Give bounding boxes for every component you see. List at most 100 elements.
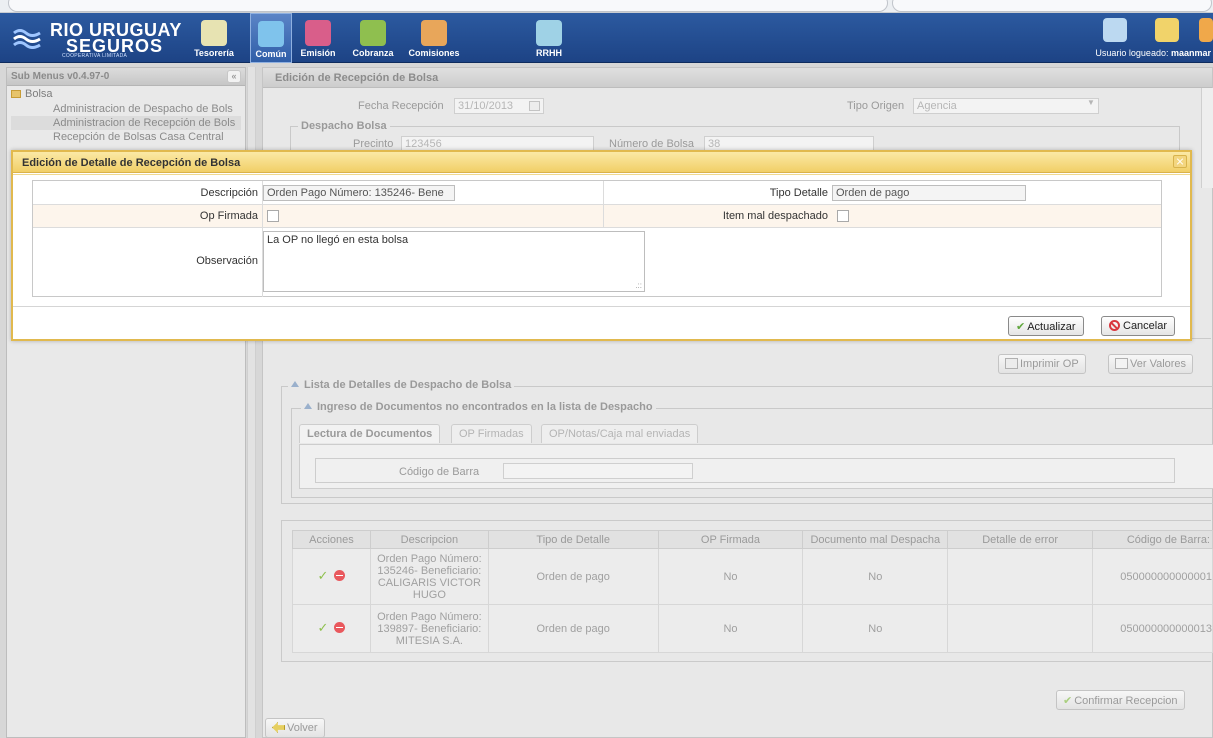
module-label: RRHH <box>536 48 562 58</box>
lista-legend-label: Lista de Detalles de Despacho de Bolsa <box>304 379 512 391</box>
op-firmada-label: Op Firmada <box>199 210 258 222</box>
tipo-detalle-input[interactable]: Orden de pago <box>832 185 1026 201</box>
tab-op-firmadas[interactable]: OP Firmadas <box>451 424 532 443</box>
module-tesoreria[interactable]: Tesorería <box>186 13 242 63</box>
precinto-value: 123456 <box>405 138 442 150</box>
user-area: Usuario logueado: maanmar <box>1078 13 1213 63</box>
user-prefix: Usuario logueado: <box>1095 48 1171 58</box>
arrow-left-icon <box>272 722 285 733</box>
ingreso-legend-label: Ingreso de Documentos no encontrados en … <box>317 401 653 413</box>
observacion-label: Observación <box>196 255 258 267</box>
calendar-icon[interactable] <box>529 101 540 111</box>
cancelar-button[interactable]: Cancelar <box>1101 316 1176 336</box>
op-firmada-checkbox[interactable] <box>267 210 279 222</box>
column-header[interactable]: Detalle de error <box>947 530 1093 549</box>
confirmar-recepcion-button[interactable]: ✔ Confirmar Recepcion <box>1056 690 1185 710</box>
document-icon <box>1115 358 1128 369</box>
column-header[interactable]: Documento mal Despacha <box>802 530 949 549</box>
module-rrhh[interactable]: RRHH <box>528 13 570 63</box>
codigo-barra-input[interactable] <box>503 463 693 479</box>
description-line: MITESIA S.A. <box>395 634 463 647</box>
tab-mal-enviadas[interactable]: OP/Notas/Caja mal enviadas <box>541 424 699 443</box>
item-mal-despachado-checkbox[interactable] <box>837 210 849 222</box>
tree-root-bolsa[interactable]: Bolsa <box>11 88 241 102</box>
descripcion-input[interactable]: Orden Pago Número: 135246- Bene <box>263 185 455 201</box>
item-mal-despachado-label: Item mal despachado <box>722 210 828 222</box>
splitter-grip <box>259 366 267 426</box>
sidebar-item-recepcion[interactable]: Administracion de Recepción de Bols <box>11 116 241 130</box>
collapse-triangle-icon <box>304 403 312 409</box>
detail-form: Descripción Orden Pago Número: 135246- B… <box>32 180 1162 297</box>
wave-logo-icon <box>13 29 41 49</box>
vertical-scrollbar[interactable] <box>1201 88 1213 188</box>
resize-grip-icon[interactable]: .:: <box>635 281 642 290</box>
lista-legend[interactable]: Lista de Detalles de Despacho de Bolsa <box>288 379 515 391</box>
user-name: maanmar <box>1170 48 1211 58</box>
table-row[interactable]: ✓ Orden Pago Número: 139897- Beneficiari… <box>292 604 1213 653</box>
actualizar-label: Actualizar <box>1027 321 1076 333</box>
tab-lectura-documentos[interactable]: Lectura de Documentos <box>299 424 441 443</box>
module-comisiones[interactable]: Comisiones <box>404 13 464 63</box>
delete-icon[interactable] <box>334 570 346 581</box>
sidebar-title: Sub Menus v0.4.97-0 <box>11 71 110 82</box>
detalles-table: Acciones Descripcion Tipo de Detalle OP … <box>292 530 1213 653</box>
barcode-cell: 050000000000013 <box>1092 604 1213 653</box>
column-header[interactable]: Acciones <box>292 530 371 549</box>
delete-icon[interactable] <box>334 622 346 633</box>
collapse-triangle-icon <box>291 381 299 387</box>
module-label: Común <box>255 49 287 59</box>
firmada-cell: No <box>657 548 804 605</box>
column-header[interactable]: Descripcion <box>369 530 489 549</box>
column-header[interactable]: Tipo de Detalle <box>487 530 659 549</box>
checkmark-icon[interactable]: ✓ <box>318 568 329 583</box>
emision-icon <box>305 20 331 46</box>
dialog-title-bar[interactable]: Edición de Detalle de Recepción de Bolsa <box>13 152 1190 173</box>
key-icon[interactable] <box>1155 18 1179 42</box>
checkmark-icon[interactable]: ✓ <box>318 620 329 635</box>
printer-icon <box>1005 358 1018 369</box>
tipo-cell: Orden de pago <box>487 604 659 653</box>
observacion-value: La OP no llegó en esta bolsa <box>267 234 409 246</box>
browser-address-bar[interactable] <box>8 0 888 12</box>
cancel-icon <box>1109 320 1120 331</box>
comisiones-icon <box>421 20 447 46</box>
comun-icon <box>258 21 284 47</box>
tree-root-label: Bolsa <box>25 88 53 100</box>
module-cobranza[interactable]: Cobranza <box>347 13 399 63</box>
sidebar-item-casa-central[interactable]: Recepción de Bolsas Casa Central <box>11 130 241 144</box>
numero-bolsa-value: 38 <box>708 138 721 150</box>
logout-icon[interactable] <box>1199 18 1213 42</box>
description-line: CALIGARIS VICTOR <box>377 576 481 589</box>
module-comun[interactable]: Común <box>250 13 292 63</box>
fecha-recepcion-label: Fecha Recepción <box>358 100 444 112</box>
imprimir-label: Imprimir OP <box>1020 358 1079 370</box>
numero-bolsa-label: Número de Bolsa <box>609 138 694 150</box>
ver-valores-button[interactable]: Ver Valores <box>1108 354 1194 374</box>
ingreso-legend[interactable]: Ingreso de Documentos no encontrados en … <box>301 401 656 413</box>
description-line: HUGO <box>412 588 446 601</box>
description-line: Orden Pago Número: <box>377 610 482 623</box>
sidebar-item-despacho[interactable]: Administracion de Despacho de Bols <box>11 102 241 116</box>
column-header[interactable]: OP Firmada <box>657 530 804 549</box>
volver-button[interactable]: Volver <box>265 718 325 738</box>
firmada-cell: No <box>657 604 804 653</box>
barcode-cell: 050000000000001 <box>1092 548 1213 605</box>
description-line: 139897- Beneficiario: <box>377 622 482 635</box>
table-row[interactable]: ✓ Orden Pago Número: 135246- Beneficiari… <box>292 548 1213 605</box>
logged-user: Usuario logueado: maanmar <box>1095 48 1211 58</box>
tipo-origen-select[interactable]: Agencia <box>913 98 1099 114</box>
actualizar-button[interactable]: ✔ Actualizar <box>1008 316 1084 336</box>
browser-search-bar[interactable] <box>892 0 1212 12</box>
edit-detail-dialog: Edición de Detalle de Recepción de Bolsa… <box>11 150 1192 341</box>
confirmar-label: Confirmar Recepcion <box>1074 695 1178 707</box>
tesoreria-icon <box>201 20 227 46</box>
close-icon[interactable] <box>1173 155 1187 168</box>
collapse-sidebar-button[interactable]: « <box>227 70 241 83</box>
observacion-textarea[interactable]: La OP no llegó en esta bolsa .:: <box>263 231 645 292</box>
mail-icon[interactable] <box>1103 18 1127 42</box>
imprimir-op-button[interactable]: Imprimir OP <box>998 354 1086 374</box>
description-cell: Orden Pago Número: 135246- Beneficiario:… <box>369 548 489 605</box>
module-label: Emisión <box>300 48 336 58</box>
column-header[interactable]: Código de Barra: <box>1092 530 1213 549</box>
module-emision[interactable]: Emisión <box>297 13 339 63</box>
